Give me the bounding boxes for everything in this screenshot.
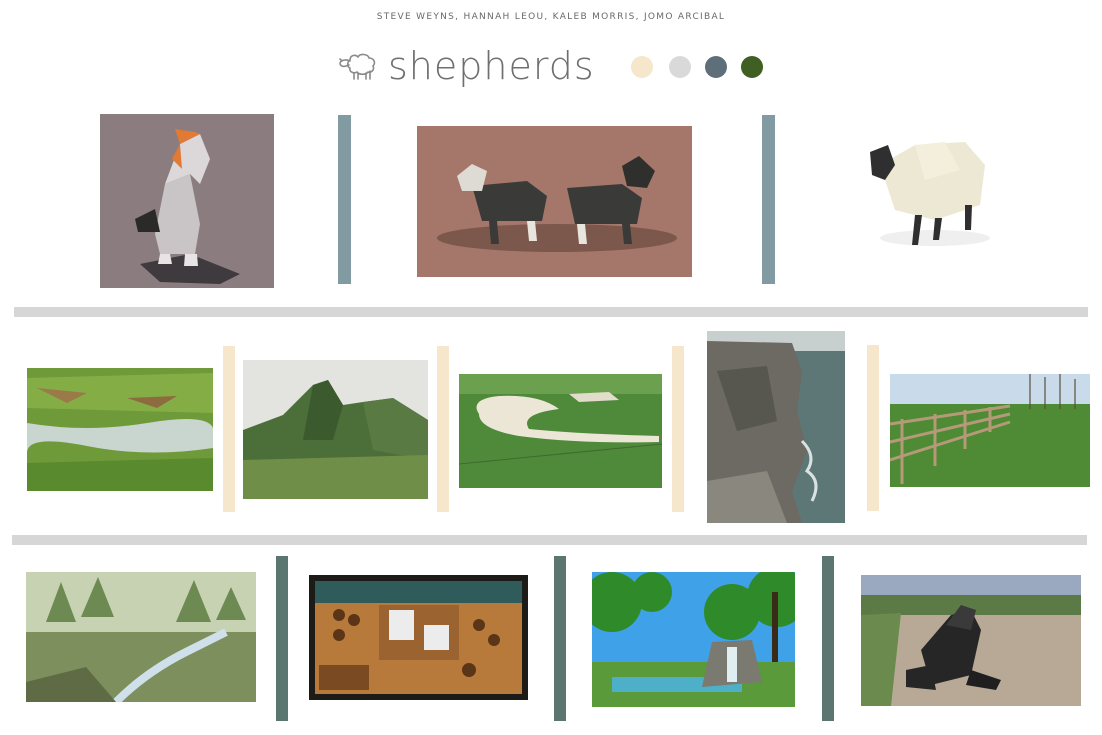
lowpoly-forest-stream-image (26, 572, 256, 702)
lowpoly-wolves-pair-image (417, 126, 692, 277)
sheep-icon (338, 50, 378, 82)
row-separator (276, 556, 288, 721)
logo-title: shepherds (388, 44, 595, 88)
lowpoly-dog-sitting-image (100, 114, 274, 288)
palette-swatch-light-gray (669, 56, 691, 78)
row-separator (554, 556, 566, 721)
marsh-grass-image (27, 368, 213, 491)
row-separator (867, 345, 879, 511)
row-separator (822, 556, 834, 721)
row-separator (338, 115, 351, 284)
palette-swatch-slate (705, 56, 727, 78)
overcooked-kitchen-image (309, 575, 528, 700)
palette-swatch-cream (631, 56, 653, 78)
row-separator (672, 346, 684, 512)
row-separator (762, 115, 775, 284)
palette-swatch-moss (741, 56, 763, 78)
lowpoly-sheep-image (840, 120, 1010, 290)
authors-line: STEVE WEYNS, HANNAH LEOU, KALEB MORRIS, … (376, 12, 726, 22)
sea-cliff-image (707, 331, 845, 523)
lowpoly-black-dog-road-image (861, 575, 1081, 706)
section-divider (12, 535, 1087, 545)
green-mountains-image (243, 360, 428, 499)
sheep-flock-field-image (459, 374, 662, 488)
row-separator (437, 346, 449, 512)
row-separator (223, 346, 235, 512)
wooden-fence-pasture-image (890, 374, 1090, 487)
section-divider (14, 307, 1088, 317)
the-witness-island-image (592, 572, 795, 707)
